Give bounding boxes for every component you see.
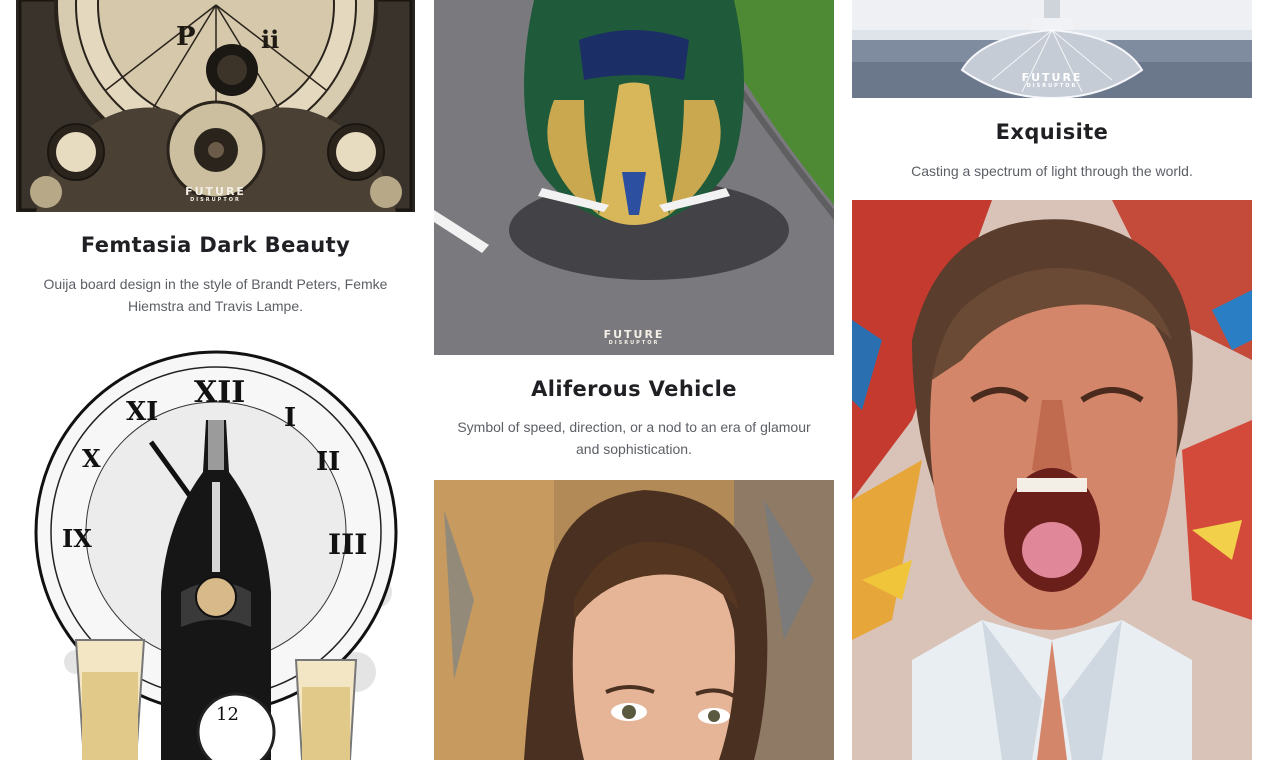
clock-numeral-ix: IX	[62, 524, 92, 553]
clock-numeral-x: X	[82, 444, 101, 473]
watermark-logo: FUTURE DISRUPTOR	[16, 186, 415, 203]
card-image-aliferous[interactable]: FUTURE DISRUPTOR	[434, 0, 834, 355]
card-description-aliferous: Symbol of speed, direction, or a nod to …	[457, 419, 811, 457]
svg-text:P: P	[176, 22, 196, 52]
clock-numeral-xii: XII	[194, 375, 245, 410]
card-title-exquisite[interactable]: Exquisite	[852, 120, 1252, 144]
woman-portrait-artwork-icon	[434, 480, 834, 760]
svg-text:ii: ii	[261, 25, 279, 54]
clock-numeral-iii: III	[328, 528, 367, 561]
watermark-logo: FUTURE DISRUPTOR	[852, 72, 1252, 89]
watermark-line1: FUTURE	[1021, 71, 1083, 84]
card-title-femtasia[interactable]: Femtasia Dark Beauty	[16, 233, 415, 257]
card-description-exquisite: Casting a spectrum of light through the …	[911, 163, 1193, 179]
watermark-line2: DISRUPTOR	[608, 340, 660, 346]
watermark-line2: DISRUPTOR	[190, 197, 241, 203]
watermark-line1: FUTURE	[603, 328, 665, 341]
svg-text:12: 12	[216, 704, 239, 725]
clock-numeral-xi: XI	[126, 397, 158, 427]
card-description-femtasia: Ouija board design in the style of Brand…	[43, 276, 388, 314]
card-image-exquisite[interactable]: FUTURE DISRUPTOR	[852, 0, 1252, 98]
card-title-aliferous[interactable]: Aliferous Vehicle	[434, 377, 834, 401]
clock-numeral-i: I	[284, 403, 296, 433]
watermark-line1: FUTURE	[185, 185, 246, 198]
card-image-woman-portrait[interactable]	[434, 480, 834, 760]
clock-numeral-ii: II	[316, 447, 340, 477]
screaming-man-artwork-icon	[852, 200, 1252, 760]
card-image-champagne-clock[interactable]: XII XI I X II IX III 12	[16, 342, 415, 760]
watermark-line2: DISRUPTOR	[1026, 83, 1078, 89]
champagne-clock-artwork-icon: XII XI I X II IX III 12	[16, 342, 415, 760]
ouija-board-artwork-icon: P ii	[16, 0, 415, 212]
vintage-sports-car-artwork-icon	[434, 0, 834, 355]
watermark-logo: FUTURE DISRUPTOR	[434, 329, 834, 346]
card-image-femtasia[interactable]: P ii FUTURE DISRUPTOR	[16, 0, 415, 212]
card-image-screaming-man[interactable]	[852, 200, 1252, 760]
